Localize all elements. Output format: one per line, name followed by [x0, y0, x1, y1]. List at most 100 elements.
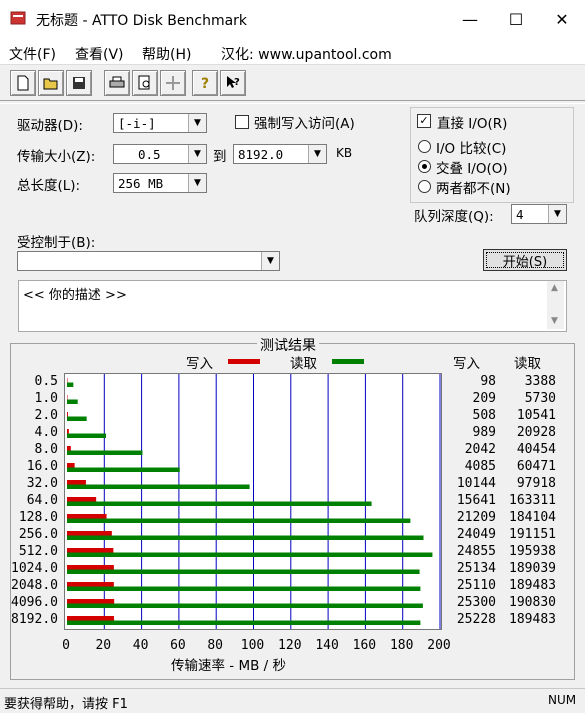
maximize-button[interactable]: ☐ — [493, 0, 539, 38]
read-value: 189483 — [509, 577, 556, 593]
move-icon[interactable] — [160, 70, 186, 96]
unit-label: KB — [336, 146, 353, 160]
chevron-down-icon: ▼ — [548, 205, 566, 223]
legend-write-label: 写入 — [186, 356, 213, 372]
x-tick-label: 40 — [132, 638, 149, 653]
write-bar-8192.0 — [67, 616, 115, 621]
minimize-button[interactable]: — — [447, 0, 493, 38]
direct-io-checkbox[interactable]: ✓ — [417, 114, 431, 128]
write-value: 508 — [472, 407, 496, 423]
read-bar-0.5 — [67, 382, 74, 387]
close-button[interactable]: ✕ — [539, 0, 585, 38]
write-bar-128.0 — [67, 514, 107, 519]
window-title: 无标题 - ATTO Disk Benchmark — [36, 13, 248, 29]
legend-read-swatch — [332, 359, 364, 364]
read-value: 189483 — [509, 611, 556, 627]
y-tick-label: 1.0 — [34, 390, 58, 406]
legend-read-label: 读取 — [290, 356, 317, 372]
write-bar-4.0 — [67, 429, 69, 434]
help-icon[interactable]: ? — [192, 70, 218, 96]
write-value: 25228 — [456, 611, 496, 627]
read-value: 191151 — [509, 526, 556, 542]
write-bar-4096.0 — [67, 599, 115, 604]
io-overlap-label: 交叠 I/O(O) — [436, 161, 508, 177]
read-bar-8.0 — [67, 450, 143, 455]
read-bar-16.0 — [67, 467, 180, 472]
x-tick-label: 20 — [95, 638, 112, 653]
chevron-down-icon: ▼ — [261, 252, 279, 270]
force-write-label: 强制写入访问(A) — [254, 116, 355, 132]
chevron-down-icon: ▼ — [188, 145, 206, 163]
io-compare-radio[interactable] — [418, 140, 431, 153]
write-bar-1.0 — [67, 395, 68, 400]
drive-label: 驱动器(D): — [17, 118, 83, 134]
transfer-size-label: 传输大小(Z): — [17, 149, 96, 165]
menu-help[interactable]: 帮助(H) — [142, 44, 191, 64]
legend-write-swatch — [228, 359, 260, 364]
read-value: 3388 — [524, 373, 556, 389]
write-value: 2042 — [464, 441, 496, 457]
write-bar-2.0 — [67, 412, 68, 417]
app-icon — [10, 10, 26, 26]
drive-select[interactable]: [-i-] ▼ — [113, 113, 207, 133]
y-tick-label: 1024.0 — [11, 560, 58, 576]
menu-file[interactable]: 文件(F) — [9, 44, 56, 64]
read-value: 195938 — [509, 543, 556, 559]
start-button[interactable]: 开始(S) — [483, 249, 567, 271]
io-neither-radio[interactable] — [418, 180, 431, 193]
scroll-up-icon[interactable]: ▲ — [551, 283, 558, 293]
open-icon[interactable] — [38, 70, 64, 96]
chevron-down-icon: ▼ — [188, 114, 206, 132]
write-value: 25134 — [456, 560, 496, 576]
y-tick-label: 256.0 — [18, 526, 58, 542]
total-length-label: 总长度(L): — [17, 178, 81, 194]
y-tick-label: 128.0 — [18, 509, 58, 525]
scroll-down-icon[interactable]: ▼ — [551, 316, 558, 326]
write-bar-8.0 — [67, 446, 71, 451]
y-tick-label: 4.0 — [34, 424, 58, 440]
read-bar-256.0 — [67, 535, 424, 540]
read-value: 60471 — [516, 458, 556, 474]
read-bar-1.0 — [67, 399, 78, 404]
total-length-select[interactable]: 256 MB ▼ — [113, 173, 207, 193]
controlled-by-select[interactable]: ▼ — [17, 251, 280, 271]
x-tick-label: 0 — [62, 638, 70, 653]
write-value: 989 — [472, 424, 496, 440]
chevron-down-icon: ▼ — [308, 145, 326, 163]
write-bar-256.0 — [67, 531, 112, 536]
read-value: 40454 — [516, 441, 556, 457]
y-tick-label: 16.0 — [26, 458, 58, 474]
new-icon[interactable] — [10, 70, 36, 96]
print-preview-icon[interactable] — [132, 70, 158, 96]
x-tick-label: 200 — [427, 638, 451, 653]
write-bar-1024.0 — [67, 565, 114, 570]
io-overlap-radio[interactable] — [418, 160, 431, 173]
save-icon[interactable] — [66, 70, 92, 96]
write-value: 25300 — [456, 594, 496, 610]
y-tick-label: 512.0 — [18, 543, 58, 559]
transfer-to-select[interactable]: 8192.0 ▼ — [233, 144, 327, 164]
context-help-icon[interactable]: ? — [220, 70, 246, 96]
svg-text:?: ? — [234, 77, 240, 88]
write-value: 15641 — [456, 492, 496, 508]
description-scrollbar[interactable]: ▲ ▼ — [547, 281, 564, 329]
read-value: 189039 — [509, 560, 556, 576]
print-icon[interactable] — [104, 70, 130, 96]
transfer-from-select[interactable]: 0.5 ▼ — [113, 144, 207, 164]
x-tick-label: 160 — [352, 638, 377, 653]
description-textarea[interactable]: << 你的描述 >> — [18, 280, 567, 332]
menu-view[interactable]: 查看(V) — [75, 44, 124, 64]
y-tick-label: 0.5 — [34, 373, 58, 389]
write-bar-32.0 — [67, 480, 86, 485]
read-value: 184104 — [509, 509, 556, 525]
direct-io-label: 直接 I/O(R) — [437, 116, 508, 132]
status-text: 要获得帮助，请按 F1 — [4, 697, 128, 712]
y-tick-label: 8.0 — [34, 441, 58, 457]
force-write-checkbox[interactable] — [235, 115, 249, 129]
read-bar-4.0 — [67, 433, 107, 438]
queue-depth-select[interactable]: 4 ▼ — [511, 204, 567, 224]
write-value: 209 — [472, 390, 496, 406]
write-value: 24049 — [456, 526, 496, 542]
y-tick-label: 2048.0 — [11, 577, 58, 593]
read-bar-64.0 — [67, 501, 372, 506]
